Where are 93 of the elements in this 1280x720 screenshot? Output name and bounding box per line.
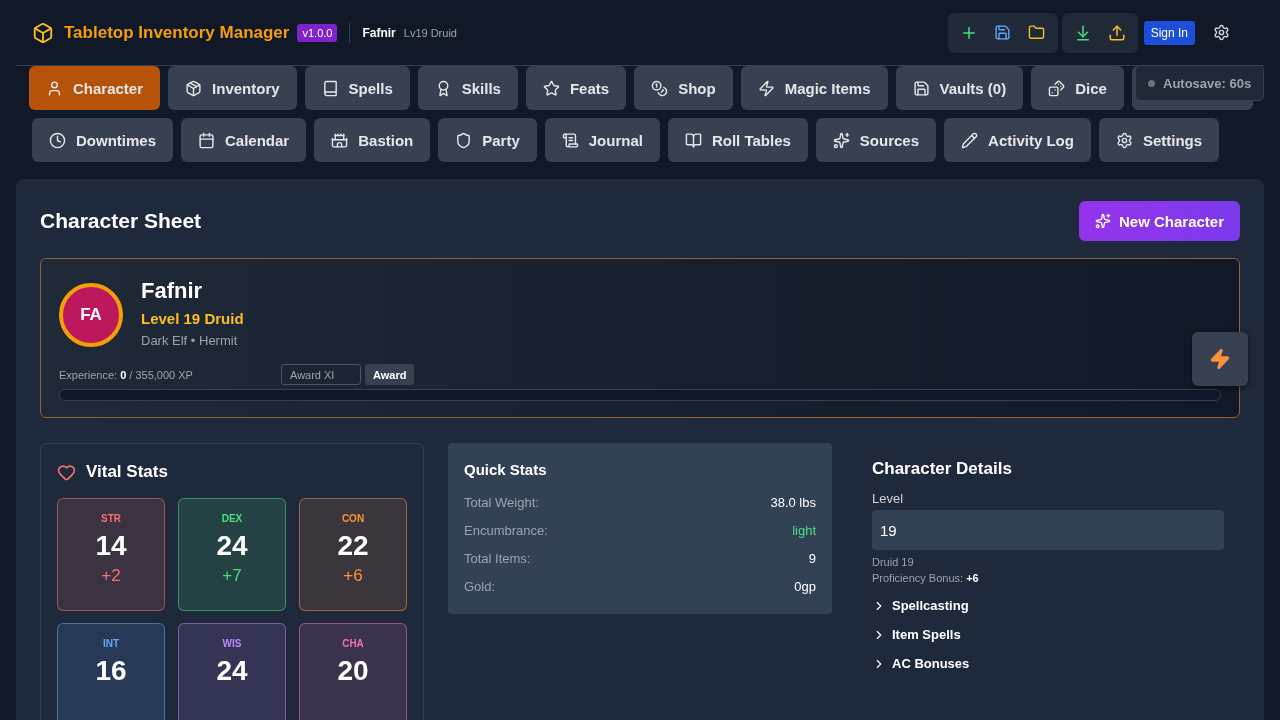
sparkles-icon [1094,213,1111,229]
book-icon [321,79,339,97]
ability-label: CHA [342,638,364,649]
new-character-button[interactable]: New Character [1078,201,1240,241]
ability-modifier: +7 [222,566,242,586]
scroll-icon [561,131,579,149]
character-name: Fafnir [362,25,396,40]
nav-tab[interactable]: Feats [525,66,627,110]
nav-tab[interactable]: Calendar [181,118,307,162]
heart-icon [57,462,76,482]
page-title: Character Sheet [40,209,202,233]
nav-tab[interactable]: Shop [634,66,733,110]
nav-tab[interactable]: Vaults (0) [895,66,1024,110]
nav-tab[interactable]: Spells [304,66,410,110]
collapsible-section[interactable]: Spellcasting [872,598,969,613]
ability-score: 20 [337,655,369,687]
coins-icon [651,79,669,97]
nav-tab[interactable]: Inventory [168,66,297,110]
lightning-icon [757,79,775,97]
stat-label: Encumbrance: [464,522,548,538]
ability-modifier: +6 [343,566,363,586]
box-icon [185,79,203,97]
ability-modifier: +2 [101,566,121,586]
stat-value: 38.0 lbs [770,494,816,510]
app-title: Tabletop Inventory Manager [64,22,290,43]
level-field[interactable]: 19 [872,510,1224,550]
shield-icon [455,131,473,149]
autosave-label: Autosave: 60s [1163,75,1252,91]
profile-class: Level 19 Druid [141,310,244,327]
avatar-circle: FA [59,283,123,347]
pencil-icon [961,131,979,149]
panel-title: Character Details [872,459,1013,479]
nav-tab[interactable]: Activity Log [944,118,1091,162]
save-icon [912,79,930,97]
box-logo-icon [32,21,54,44]
collapsible-section[interactable]: Item Spells [872,627,961,642]
nav-tab[interactable]: Bastion [314,118,431,162]
castle-icon [331,131,349,149]
ability-score: 24 [216,655,248,687]
nav-tab[interactable]: Downtimes [32,118,173,162]
sign-in-button[interactable]: Sign In [1143,20,1195,45]
ability-score: 14 [95,530,127,562]
nav-tab[interactable]: Character [29,66,161,110]
ability-label: DEX [221,513,243,524]
settings-icon [1213,24,1230,41]
stat-label: Total Items: [464,550,531,566]
stat-value: 0gp [794,578,816,594]
panel-title: Vital Stats [86,462,168,482]
class-summary: Druid 19 [872,556,915,568]
nav-tab[interactable]: Party [438,118,537,162]
nav-tab[interactable]: Roll Tables [667,118,808,162]
nav-tab[interactable]: Settings [1098,118,1220,162]
award-button[interactable]: Award [365,364,415,385]
dice-icon [1048,79,1066,97]
nav-tab[interactable]: Skills [417,66,518,110]
status-dot-icon [1148,79,1155,87]
panel-title: Quick Stats [464,461,548,478]
nav-tab[interactable]: Dice [1031,66,1124,110]
open-book-icon [684,131,702,149]
ability-score: 22 [337,530,369,562]
folder-icon [1028,24,1046,41]
stat-value: 9 [808,550,816,566]
calendar-icon [198,131,215,149]
character-summary: Lv19 Druid [403,26,457,39]
profile-name: Fafnir [141,278,204,304]
ability-score: 16 [95,655,127,687]
version-badge: v1.0.0 [297,23,338,42]
nav-tab[interactable]: Journal [544,118,660,162]
ability-label: STR [101,513,121,524]
award-xp-field[interactable]: Award XI [281,364,361,385]
upload-icon [1107,23,1126,42]
experience-text: Experience: 0 / 355,000 XP [59,368,194,381]
settings-icon [1115,131,1133,149]
profile-origin: Dark Elf • Hermit [141,333,239,348]
nav-tab[interactable]: Sources [815,118,937,162]
proficiency-bonus: Proficiency Bonus: +6 [872,572,980,584]
stat-value: light [792,522,816,538]
clock-icon [49,131,66,149]
quick-action-button[interactable] [1192,332,1248,386]
sparkles-icon [832,131,850,149]
save-icon [994,24,1012,41]
star-icon [542,79,560,97]
lightning-icon [1209,348,1231,370]
ability-score: 24 [216,530,248,562]
stat-label: Gold: [464,578,496,594]
ability-label: INT [102,638,120,649]
field-label: Level [872,491,905,506]
ability-label: WIS [222,638,242,649]
user-icon [46,79,63,97]
nav-tab[interactable]: Magic Items [740,66,888,110]
collapsible-section[interactable]: AC Bonuses [872,656,970,671]
ability-label: CON [341,513,365,524]
stat-label: Total Weight: [464,494,539,510]
